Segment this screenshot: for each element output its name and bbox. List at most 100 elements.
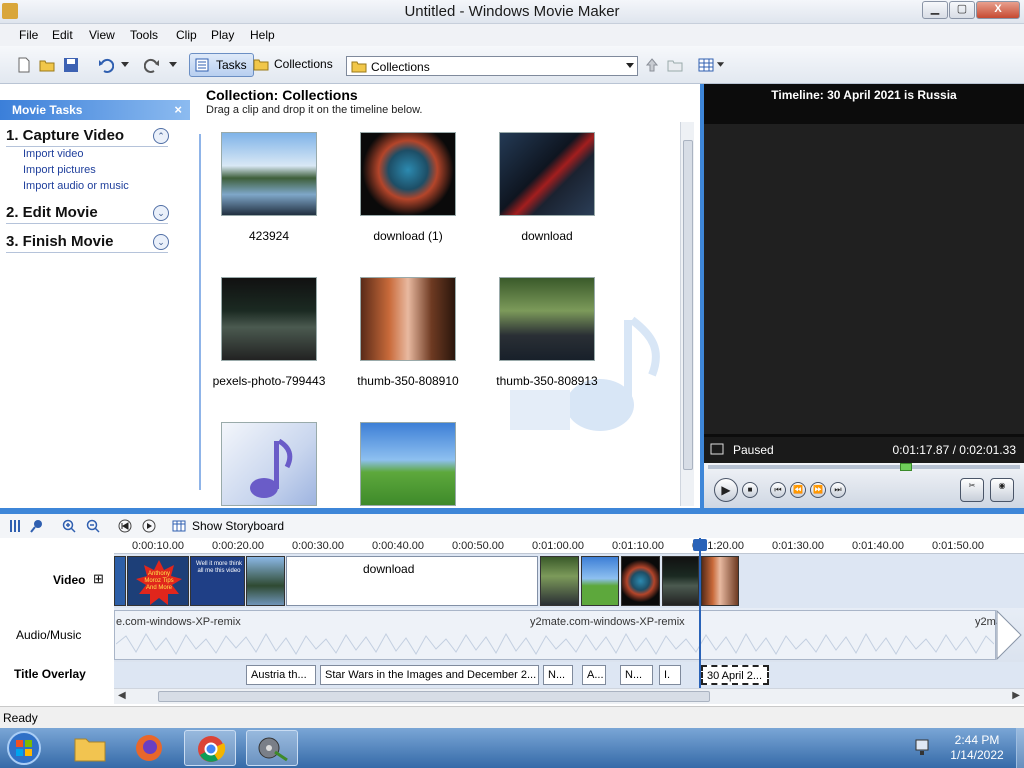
expand-finish-icon[interactable]: ⌄ bbox=[153, 234, 169, 250]
taskbar-chrome[interactable] bbox=[184, 730, 236, 766]
maximize-button[interactable]: ▢ bbox=[949, 1, 975, 19]
capture-video-heading[interactable]: 1. Capture Video bbox=[6, 127, 124, 144]
overlay-clip[interactable]: N... bbox=[543, 665, 573, 685]
new-collection-folder-icon[interactable] bbox=[667, 57, 683, 73]
overlay-clip[interactable]: Star Wars in the Images and December 2..… bbox=[320, 665, 539, 685]
split-clip-button[interactable]: ✂ bbox=[960, 478, 984, 502]
zoom-in-icon[interactable] bbox=[62, 519, 76, 533]
undo-icon[interactable] bbox=[98, 57, 114, 73]
stop-button[interactable]: ■ bbox=[742, 482, 758, 498]
tasks-button[interactable]: Tasks bbox=[189, 53, 254, 77]
timeline-playhead[interactable] bbox=[699, 538, 701, 688]
menu-clip[interactable]: Clip bbox=[176, 28, 197, 42]
collection-scrollbar[interactable] bbox=[680, 122, 694, 506]
new-project-icon[interactable] bbox=[16, 57, 32, 73]
ruler-tick: 0:00:20.00 bbox=[212, 540, 264, 552]
timeline-scroll-thumb[interactable] bbox=[158, 691, 710, 702]
clip-thumbnail-download-1[interactable] bbox=[360, 132, 456, 216]
save-project-icon[interactable] bbox=[63, 57, 79, 73]
import-pictures-link[interactable]: Import pictures bbox=[23, 164, 96, 176]
network-tray-icon[interactable] bbox=[914, 738, 932, 758]
show-desktop-button[interactable] bbox=[1016, 728, 1024, 768]
timeline-scrollbar[interactable]: ◀ ▶ bbox=[114, 688, 1024, 704]
zoom-out-icon[interactable] bbox=[86, 519, 100, 533]
redo-dropdown-icon[interactable] bbox=[168, 61, 178, 69]
clip-thumbnail-thumb-350-808913[interactable] bbox=[499, 277, 595, 361]
clip-thumbnail-423924[interactable] bbox=[221, 132, 317, 216]
collections-button[interactable]: Collections bbox=[248, 53, 339, 77]
show-storyboard-button[interactable]: Show Storyboard bbox=[192, 519, 284, 533]
collapse-capture-icon[interactable]: ⌃ bbox=[153, 128, 169, 144]
play-timeline-icon[interactable] bbox=[142, 519, 156, 533]
video-clip[interactable]: Well it more think all me this video bbox=[190, 556, 245, 606]
narrate-timeline-icon[interactable] bbox=[30, 519, 44, 533]
menu-file[interactable]: File bbox=[19, 28, 38, 42]
clip-thumbnail-download[interactable] bbox=[499, 132, 595, 216]
video-clip[interactable] bbox=[662, 556, 699, 606]
taskbar-clock[interactable]: 2:44 PM 1/14/2022 bbox=[944, 733, 1010, 763]
menu-view[interactable]: View bbox=[89, 28, 115, 42]
playhead-handle[interactable] bbox=[693, 539, 707, 551]
video-clip[interactable] bbox=[246, 556, 285, 606]
overlay-clip[interactable]: A... bbox=[582, 665, 606, 685]
open-project-icon[interactable] bbox=[39, 57, 55, 73]
redo-icon[interactable] bbox=[144, 57, 160, 73]
scroll-left-icon[interactable]: ◀ bbox=[118, 690, 126, 701]
play-button[interactable]: ▶ bbox=[714, 478, 738, 502]
overlay-clip[interactable]: I. bbox=[659, 665, 681, 685]
collection-select[interactable]: Collections bbox=[346, 56, 638, 76]
taskbar-explorer[interactable] bbox=[64, 730, 116, 766]
section-divider bbox=[6, 146, 168, 147]
minimize-button[interactable]: ▁ bbox=[922, 1, 948, 19]
movie-tasks-header: Movie Tasks × bbox=[0, 100, 190, 120]
next-frame-button[interactable]: ⏭ bbox=[830, 482, 846, 498]
import-audio-link[interactable]: Import audio or music bbox=[23, 180, 129, 192]
undo-dropdown-icon[interactable] bbox=[120, 61, 130, 69]
menu-bar: File Edit View Tools Clip Play Help bbox=[0, 24, 1024, 46]
fast-forward-button[interactable]: ⏩ bbox=[810, 482, 826, 498]
close-button[interactable]: X bbox=[976, 1, 1020, 19]
seek-slider[interactable] bbox=[900, 463, 912, 471]
views-dropdown-icon[interactable] bbox=[716, 61, 725, 69]
video-clip[interactable] bbox=[701, 556, 739, 606]
video-clip-download[interactable]: download bbox=[286, 556, 538, 606]
close-tasks-icon[interactable]: × bbox=[174, 102, 182, 117]
menu-play[interactable]: Play bbox=[211, 28, 234, 42]
video-clip[interactable] bbox=[621, 556, 660, 606]
clip-thumbnail-music[interactable] bbox=[221, 422, 317, 506]
views-icon[interactable] bbox=[698, 57, 714, 73]
video-clip[interactable]: Anthony Moroz Tips And More bbox=[127, 556, 189, 606]
rewind-timeline-icon[interactable] bbox=[118, 519, 132, 533]
taskbar-movie-maker[interactable] bbox=[246, 730, 298, 766]
previous-frame-button[interactable]: ⏮ bbox=[770, 482, 786, 498]
clip-thumbnail-pexels-photo-799443[interactable] bbox=[221, 277, 317, 361]
video-clip[interactable] bbox=[540, 556, 579, 606]
menu-help[interactable]: Help bbox=[250, 28, 275, 42]
collections-folder-icon bbox=[253, 59, 269, 71]
menu-tools[interactable]: Tools bbox=[130, 28, 158, 42]
ruler-tick: 0:01:50.00 bbox=[932, 540, 984, 552]
clip-thumbnail-xp-remix[interactable] bbox=[360, 422, 456, 506]
overlay-clip-selected[interactable]: 30 April 2... bbox=[701, 665, 769, 685]
menu-edit[interactable]: Edit bbox=[52, 28, 73, 42]
clip-thumbnail-thumb-350-808910[interactable] bbox=[360, 277, 456, 361]
set-audio-levels-icon[interactable] bbox=[8, 519, 22, 533]
expand-video-track-icon[interactable]: ⊞ bbox=[93, 571, 104, 587]
rewind-button[interactable]: ⏪ bbox=[790, 482, 806, 498]
finish-movie-heading[interactable]: 3. Finish Movie bbox=[6, 233, 114, 250]
seek-bar[interactable] bbox=[708, 465, 1020, 469]
expand-edit-icon[interactable]: ⌄ bbox=[153, 205, 169, 221]
scroll-right-icon[interactable]: ▶ bbox=[1012, 690, 1020, 701]
take-picture-button[interactable]: ◉ bbox=[990, 478, 1014, 502]
start-button-icon[interactable] bbox=[2, 730, 46, 766]
edit-movie-heading[interactable]: 2. Edit Movie bbox=[6, 204, 98, 221]
video-clip[interactable] bbox=[114, 556, 126, 606]
import-video-link[interactable]: Import video bbox=[23, 148, 84, 160]
overlay-clip[interactable]: Austria th... bbox=[246, 665, 316, 685]
overlay-clip[interactable]: N... bbox=[620, 665, 653, 685]
taskbar-firefox[interactable] bbox=[124, 730, 176, 766]
video-clip[interactable] bbox=[581, 556, 619, 606]
audio-clip-label: e.com-windows-XP-remix bbox=[116, 616, 241, 628]
collection-scroll-thumb[interactable] bbox=[683, 140, 693, 470]
up-one-level-icon[interactable] bbox=[644, 57, 660, 73]
